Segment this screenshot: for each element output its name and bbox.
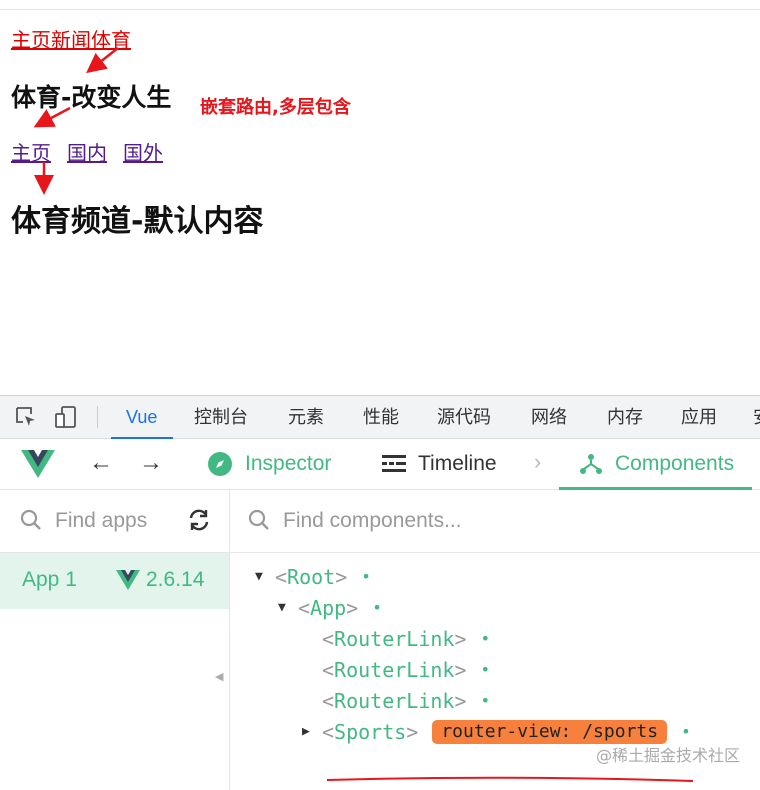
node-name: RouterLink xyxy=(334,627,455,651)
tab-security[interactable]: 安 xyxy=(753,396,760,438)
tab-performance[interactable]: 性能 xyxy=(363,396,399,438)
nav-link-news[interactable]: 新闻 xyxy=(51,28,91,52)
vue-logo-icon xyxy=(21,450,55,478)
tab-network[interactable]: 网络 xyxy=(531,396,567,438)
devtools-tabbar: Vue 控制台 元素 性能 源代码 网络 内存 应用 安 xyxy=(0,396,760,439)
tree-node-routerlink[interactable]: < RouterLink > • xyxy=(322,624,490,654)
apps-search-input[interactable] xyxy=(55,504,175,538)
node-name: RouterLink xyxy=(334,658,455,682)
red-underline-annotation xyxy=(326,776,694,782)
tab-vue[interactable]: Vue xyxy=(110,396,174,439)
devtools-panel: Vue 控制台 元素 性能 源代码 网络 内存 应用 安 ← → Inspect… xyxy=(0,395,760,790)
inspect-element-icon[interactable] xyxy=(15,406,37,428)
tab-components[interactable]: Components xyxy=(558,439,753,490)
node-dot-icon: • xyxy=(480,660,491,679)
browser-top-rule xyxy=(0,0,760,10)
nav-link-home[interactable]: 主页 xyxy=(11,28,51,52)
tab-timeline-label: Timeline xyxy=(418,452,497,475)
collapsed-caret-icon[interactable]: ▶ xyxy=(302,717,322,747)
app-version-label: 2.6.14 xyxy=(146,568,205,591)
components-pane: ▼ <Root> • ▼ <App> • <RouterLink> • <Rou… xyxy=(230,490,760,790)
refresh-icon[interactable] xyxy=(186,507,212,533)
tree-node-root[interactable]: ▼ < Root > • xyxy=(255,562,371,592)
breadcrumb-chevron-icon: › xyxy=(534,449,542,474)
tab-inspector-label: Inspector xyxy=(245,452,332,475)
app-name: App 1 xyxy=(22,568,77,591)
back-arrow-icon[interactable]: ← xyxy=(89,449,113,477)
components-search-row xyxy=(230,490,760,553)
tab-elements[interactable]: 元素 xyxy=(288,396,324,438)
vue-version-icon xyxy=(116,570,140,590)
tree-node-app[interactable]: ▼ < App > • xyxy=(278,593,382,623)
tab-sources[interactable]: 源代码 xyxy=(437,396,491,438)
expanded-caret-icon[interactable]: ▼ xyxy=(278,593,298,623)
forward-arrow-icon[interactable]: → xyxy=(139,449,163,477)
node-name: RouterLink xyxy=(334,689,455,713)
nav-link-sports[interactable]: 体育 xyxy=(91,28,131,52)
app-version: 2.6.14 xyxy=(116,568,204,592)
vue-devtools-toolbar: ← → Inspector Timeline › Components xyxy=(0,439,760,490)
search-icon xyxy=(248,509,269,530)
default-content-heading: 体育频道-默认内容 xyxy=(11,204,264,239)
apps-search-row xyxy=(0,490,229,553)
timeline-icon xyxy=(382,454,406,474)
tab-components-label: Components xyxy=(615,452,735,475)
node-name: Root xyxy=(287,565,336,589)
top-nav: 主页新闻体育 xyxy=(11,24,131,53)
apps-pane: App 1 2.6.14 ◀ xyxy=(0,490,230,790)
tab-inspector[interactable]: Inspector xyxy=(207,439,331,489)
tab-application[interactable]: 应用 xyxy=(681,396,717,438)
node-name: Sports xyxy=(334,720,407,744)
sports-heading: 体育-改变人生 xyxy=(11,83,172,112)
compass-icon xyxy=(207,451,233,477)
tab-memory[interactable]: 内存 xyxy=(607,396,643,438)
node-dot-icon: • xyxy=(372,598,382,617)
nested-route-annotation: 嵌套路由,多层包含 xyxy=(200,97,351,118)
node-name: App xyxy=(310,596,347,620)
sub-link-domestic[interactable]: 国内 xyxy=(67,141,107,165)
pane-collapse-icon[interactable]: ◀ xyxy=(215,670,223,683)
router-view-badge: router-view: /sports xyxy=(432,720,668,744)
tree-node-routerlink[interactable]: < RouterLink > • xyxy=(322,655,490,685)
node-dot-icon: • xyxy=(480,691,491,710)
expanded-caret-icon[interactable]: ▼ xyxy=(255,562,275,592)
components-tree-icon xyxy=(579,452,603,476)
search-icon xyxy=(20,509,41,530)
node-dot-icon: • xyxy=(361,567,371,586)
watermark: @稀土掘金技术社区 xyxy=(596,746,741,765)
tab-timeline[interactable]: Timeline xyxy=(382,439,497,489)
node-dot-icon: • xyxy=(480,629,491,648)
app-list-item[interactable]: App 1 2.6.14 xyxy=(0,553,229,609)
components-search-input[interactable] xyxy=(283,504,583,538)
sub-link-home[interactable]: 主页 xyxy=(11,141,51,165)
sub-link-foreign[interactable]: 国外 xyxy=(123,141,163,165)
tab-console[interactable]: 控制台 xyxy=(194,396,248,438)
sports-sub-nav: 主页 国内 国外 xyxy=(11,137,179,166)
tabbar-separator xyxy=(97,406,98,428)
tree-node-routerlink[interactable]: < RouterLink > • xyxy=(322,686,490,716)
device-toolbar-icon[interactable] xyxy=(55,406,77,428)
